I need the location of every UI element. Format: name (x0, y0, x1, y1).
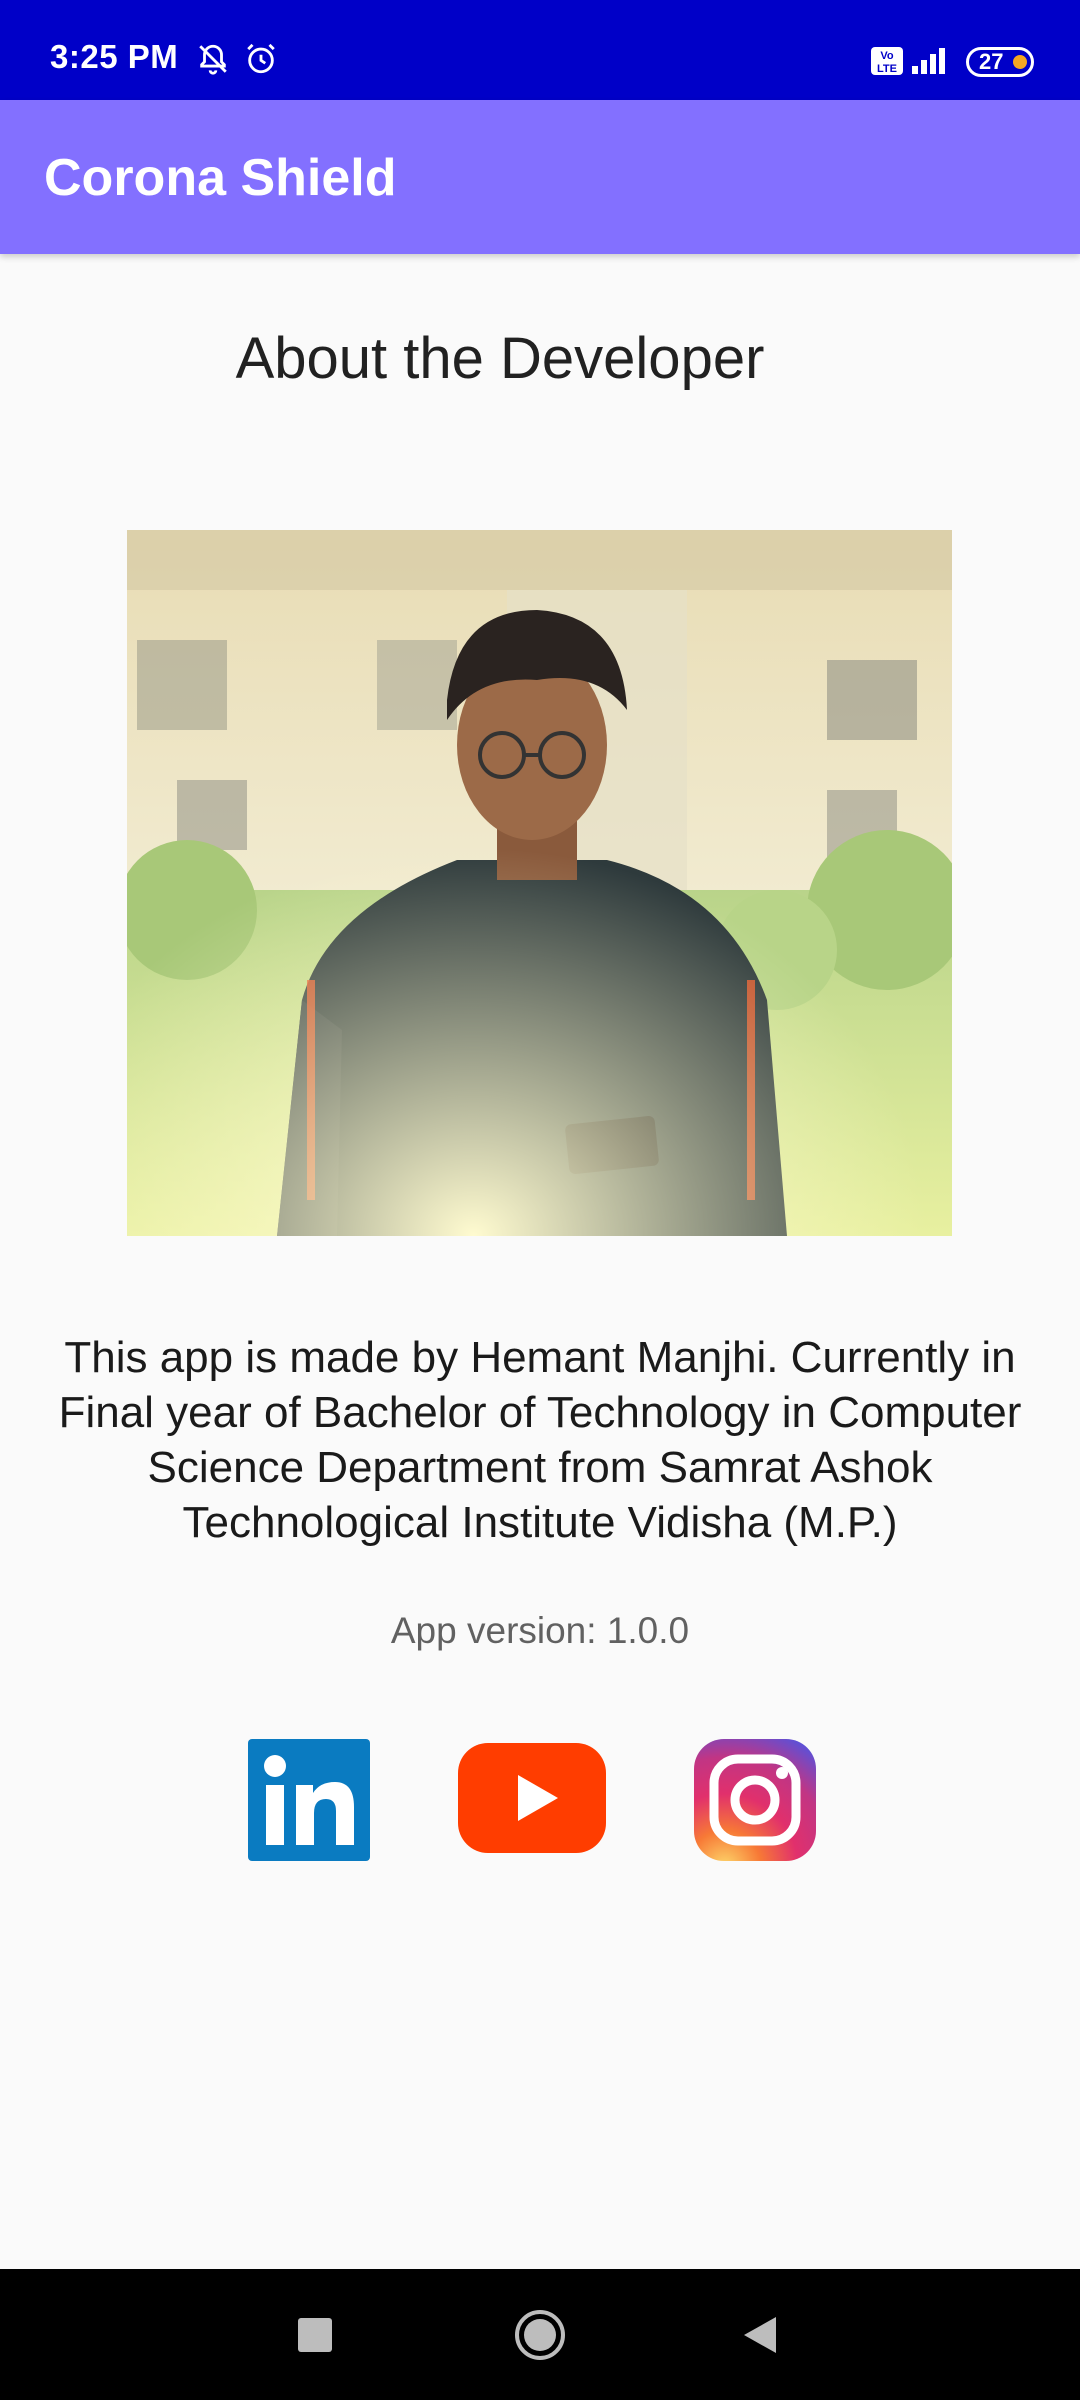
home-button[interactable] (514, 2309, 566, 2361)
app-bar: Corona Shield (0, 100, 1080, 254)
developer-photo (127, 530, 952, 1236)
bell-off-icon (199, 44, 227, 75)
back-button[interactable] (742, 2315, 778, 2355)
developer-description: This app is made by Hemant Manjhi. Curre… (58, 1333, 1022, 1547)
volte-icon: Vo LTE (871, 47, 903, 75)
page-title: About the Developer (235, 326, 765, 391)
battery-level: 27 (979, 49, 1004, 74)
linkedin-icon[interactable] (248, 1739, 370, 1861)
battery-icon: 27 (966, 47, 1034, 77)
status-bar: 3:25 PM Vo LTE 27 (0, 0, 1080, 100)
signal-icon (912, 48, 945, 74)
alarm-icon (247, 43, 275, 74)
svg-text:LTE: LTE (877, 63, 897, 75)
instagram-icon[interactable] (694, 1739, 816, 1861)
svg-text:Vo: Vo (880, 50, 894, 62)
navigation-bar (0, 2269, 1080, 2400)
youtube-icon[interactable] (458, 1743, 606, 1853)
recents-button[interactable] (298, 2318, 332, 2352)
app-title: Corona Shield (44, 149, 397, 207)
status-time: 3:25 PM (50, 38, 179, 75)
charging-indicator (1013, 55, 1027, 69)
app-version: App version: 1.0.0 (390, 1610, 690, 1651)
